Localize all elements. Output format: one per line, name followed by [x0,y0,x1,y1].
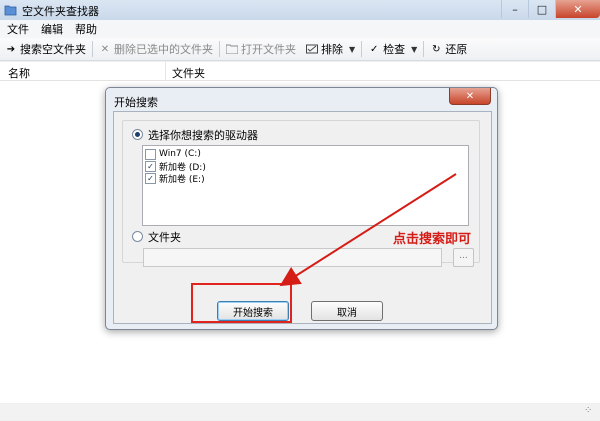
dialog-title: 开始搜索 [114,96,158,109]
exclude-dropdown-icon[interactable]: ▼ [349,45,355,54]
exclude-icon [306,43,318,55]
menu-bar: 文件 编辑 帮助 [0,20,600,38]
exclude-button[interactable]: 排除 ▼ [301,39,360,59]
title-bar: 空文件夹查找器 – □ ✕ [0,0,600,21]
delete-selected-button[interactable]: ✕ 删除已选中的文件夹 [94,39,218,59]
drive-checkbox-d[interactable]: ✓ [145,160,156,172]
horizontal-scrollbar[interactable] [0,404,600,420]
drive-item-d[interactable]: ✓ 新加卷 (D:) [145,160,206,173]
check-button[interactable]: ✓ 检查 ▼ [363,39,422,59]
dialog-close-button[interactable]: ✕ [449,88,491,105]
cancel-button[interactable]: 取消 [311,301,383,321]
search-empty-folders-label: 搜索空文件夹 [20,43,86,56]
highlight-box [191,283,292,323]
drives-radio-label[interactable]: 选择你想搜索的驱动器 [148,127,258,143]
annotation-text: 点击搜索即可 [393,232,472,247]
column-divider[interactable] [165,62,166,80]
delete-x-icon: ✕ [100,43,110,55]
close-button[interactable]: ✕ [555,0,600,18]
menu-help[interactable]: 帮助 [70,21,102,37]
drive-checkbox-e[interactable]: ✓ [145,172,156,184]
menu-edit[interactable]: 编辑 [36,21,68,37]
drive-label-e: 新加卷 (E:) [159,174,205,185]
check-dropdown-icon[interactable]: ▼ [411,45,417,54]
column-name-header[interactable]: 名称 [8,65,30,81]
browse-button[interactable]: ... [453,248,474,267]
menu-file[interactable]: 文件 [2,21,34,37]
folder-radio-label[interactable]: 文件夹 [148,229,181,245]
maximize-button[interactable]: □ [528,0,555,18]
toolbar: ➔ 搜索空文件夹 ✕ 删除已选中的文件夹 打开文件夹 排除 ▼ ✓ 检查 ▼ ↻… [0,38,600,61]
toolbar-separator [92,41,93,57]
open-folder-label: 打开文件夹 [241,43,296,56]
exclude-label: 排除 [321,43,343,56]
drives-radio[interactable] [132,129,143,140]
drive-checkbox-c[interactable] [145,148,156,160]
folder-path-input[interactable] [143,248,442,267]
search-empty-folders-button[interactable]: ➔ 搜索空文件夹 [0,39,91,59]
drive-item-c[interactable]: Win7 (C:) [145,148,201,160]
checkmark-icon: ✓ [369,43,379,55]
toolbar-separator [219,41,220,57]
drive-label-c: Win7 (C:) [159,149,201,159]
dialog-body: 选择你想搜索的驱动器 Win7 (C:) ✓ 新加卷 (D:) ✓ 新加卷 (E… [113,111,492,324]
column-folder-header[interactable]: 文件夹 [172,65,205,81]
folder-icon [226,43,238,55]
toolbar-separator [423,41,425,57]
resize-grip-icon[interactable]: ⁘ [584,405,598,419]
window-title: 空文件夹查找器 [22,5,99,18]
restore-button[interactable]: ↻ 还原 [425,39,472,59]
app-icon [4,5,17,16]
drive-item-e[interactable]: ✓ 新加卷 (E:) [145,172,205,185]
open-folder-button[interactable]: 打开文件夹 [221,39,301,59]
restore-label: 还原 [445,43,468,56]
refresh-icon: ↻ [432,43,441,55]
toolbar-separator [361,41,363,57]
minimize-button[interactable]: – [501,0,528,18]
check-label: 检查 [383,43,406,56]
list-header: 名称 文件夹 [0,62,600,81]
arrow-right-icon: ➔ [6,43,16,55]
drive-list[interactable]: Win7 (C:) ✓ 新加卷 (D:) ✓ 新加卷 (E:) [142,145,469,226]
start-search-dialog: 开始搜索 ✕ 选择你想搜索的驱动器 Win7 (C:) ✓ 新加卷 (D:) ✓… [105,87,498,330]
delete-selected-label: 删除已选中的文件夹 [114,43,213,56]
folder-radio[interactable] [132,231,143,242]
